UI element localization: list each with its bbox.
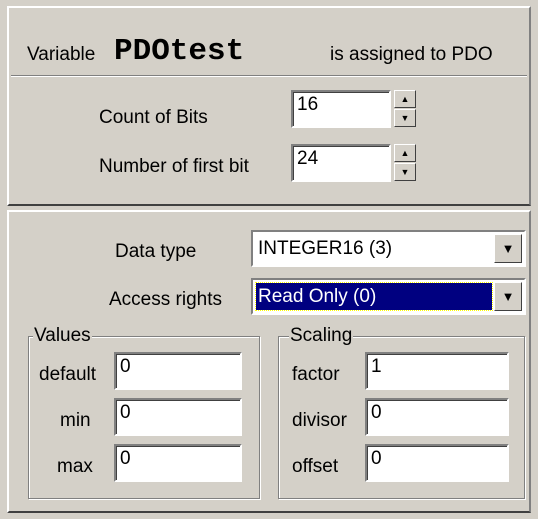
min-label: min — [60, 410, 91, 431]
count-of-bits-input[interactable]: 16 — [291, 90, 391, 128]
divisor-input[interactable]: 0 — [365, 398, 509, 436]
default-value-input[interactable]: 0 — [114, 352, 242, 390]
values-legend: Values — [33, 325, 92, 347]
min-value-input[interactable]: 0 — [114, 398, 242, 436]
spin-up-icon[interactable]: ▲ — [394, 144, 416, 162]
access-rights-value: Read Only (0) — [255, 282, 493, 311]
data-type-select[interactable]: INTEGER16 (3) ▼ — [251, 230, 526, 267]
offset-label: offset — [292, 456, 339, 477]
spin-down-icon[interactable]: ▼ — [394, 109, 416, 127]
max-label: max — [57, 456, 93, 477]
max-value-input[interactable]: 0 — [114, 444, 242, 482]
variable-name: PDOtest — [114, 34, 245, 69]
first-bit-input[interactable]: 24 — [291, 144, 391, 182]
count-of-bits-spinner[interactable]: ▲ ▼ — [394, 90, 416, 127]
spin-up-icon[interactable]: ▲ — [394, 90, 416, 108]
spin-down-icon[interactable]: ▼ — [394, 163, 416, 181]
assigned-text: is assigned to PDO — [330, 44, 493, 65]
variable-label: Variable — [27, 44, 96, 65]
data-type-label: Data type — [115, 241, 197, 262]
first-bit-spinner[interactable]: ▲ ▼ — [394, 144, 416, 181]
scaling-group: Scaling factor 1 divisor 0 offset 0 — [278, 325, 525, 499]
offset-input[interactable]: 0 — [365, 444, 509, 482]
count-of-bits-label: Count of Bits — [99, 107, 208, 128]
chevron-down-icon[interactable]: ▼ — [494, 234, 522, 263]
access-rights-select[interactable]: Read Only (0) ▼ — [251, 278, 526, 315]
header-divider — [11, 75, 527, 77]
chevron-down-icon[interactable]: ▼ — [494, 282, 522, 311]
divisor-label: divisor — [292, 410, 347, 431]
pdo-info-panel: Variable PDOtest is assigned to PDO Coun… — [7, 6, 531, 206]
values-group: Values default 0 min 0 max 0 — [28, 325, 260, 499]
scaling-legend: Scaling — [289, 325, 354, 347]
factor-label: factor — [292, 364, 340, 385]
factor-input[interactable]: 1 — [365, 352, 509, 390]
first-bit-label: Number of first bit — [99, 156, 249, 177]
variable-properties-panel: Data type INTEGER16 (3) ▼ Access rights … — [7, 210, 531, 513]
default-label: default — [39, 364, 97, 385]
data-type-value: INTEGER16 (3) — [258, 238, 393, 259]
access-rights-label: Access rights — [109, 289, 222, 310]
